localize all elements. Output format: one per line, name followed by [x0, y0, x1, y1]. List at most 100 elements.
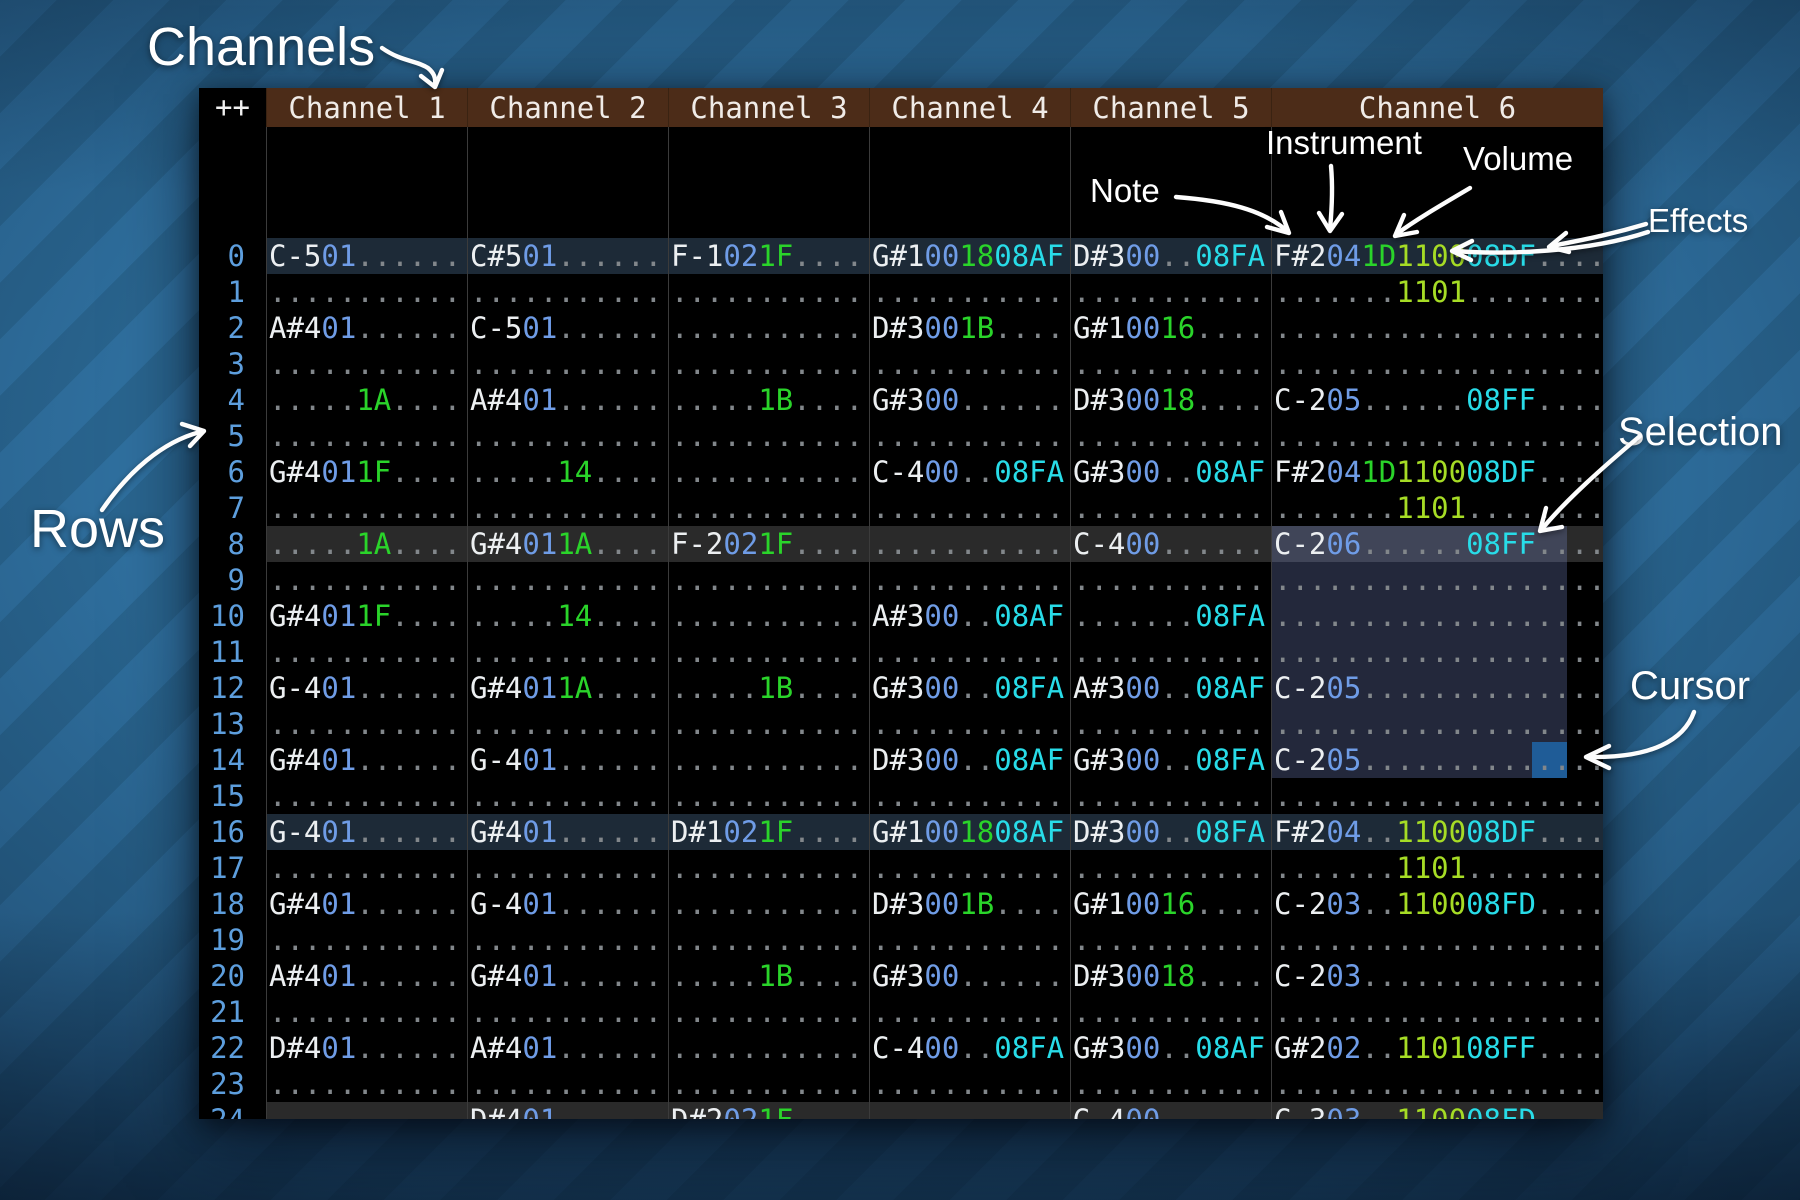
pattern-cell-ch6[interactable]: C-205..............: [1271, 670, 1603, 706]
pattern-cell-ch6[interactable]: C-203..110008FD....: [1271, 886, 1603, 922]
pattern-cell-ch1[interactable]: ...........: [266, 1102, 467, 1119]
pattern-cell-ch3[interactable]: ...........: [668, 706, 869, 742]
pattern-cell-ch6[interactable]: C-206......08FF....: [1271, 526, 1603, 562]
pattern-cell-ch1[interactable]: .....1A....: [266, 526, 467, 562]
channel-header-6[interactable]: Channel 6: [1271, 88, 1603, 127]
pattern-cell-ch6[interactable]: .......1101........: [1271, 274, 1603, 310]
pattern-cell-ch4[interactable]: G#1001808AF: [869, 814, 1070, 850]
pattern-cell-ch4[interactable]: A#300..08AF: [869, 598, 1070, 634]
pattern-cell-ch5[interactable]: ...........: [1070, 418, 1271, 454]
pattern-cell-ch6[interactable]: ...................: [1271, 706, 1603, 742]
pattern-cell-ch5[interactable]: G-400......: [1070, 1102, 1271, 1119]
pattern-cell-ch1[interactable]: ...........: [266, 418, 467, 454]
pattern-cell-ch3[interactable]: ...........: [668, 922, 869, 958]
pattern-cell-ch1[interactable]: ...........: [266, 562, 467, 598]
pattern-cell-ch4[interactable]: ...........: [869, 346, 1070, 382]
pattern-cell-ch3[interactable]: ...........: [668, 274, 869, 310]
pattern-cell-ch4[interactable]: G#1001808AF: [869, 238, 1070, 274]
pattern-cell-ch6[interactable]: F#2041D110008DF....: [1271, 238, 1603, 274]
pattern-cell-ch3[interactable]: ...........: [668, 778, 869, 814]
pattern-cell-ch4[interactable]: ...........: [869, 706, 1070, 742]
pattern-cell-ch6[interactable]: .......1101........: [1271, 490, 1603, 526]
pattern-cell-ch4[interactable]: G#300......: [869, 382, 1070, 418]
pattern-cell-ch5[interactable]: ...........: [1070, 634, 1271, 670]
pattern-cell-ch3[interactable]: D#2021F....: [668, 1102, 869, 1119]
pattern-cell-ch6[interactable]: ...................: [1271, 922, 1603, 958]
pattern-cell-ch2[interactable]: G#401......: [467, 814, 668, 850]
pattern-cell-ch1[interactable]: G#401......: [266, 742, 467, 778]
pattern-cell-ch2[interactable]: .....14....: [467, 598, 668, 634]
pattern-cell-ch4[interactable]: ...........: [869, 994, 1070, 1030]
pattern-cell-ch2[interactable]: G#401......: [467, 958, 668, 994]
pattern-cell-ch4[interactable]: D#300..08AF: [869, 742, 1070, 778]
pattern-cell-ch5[interactable]: G#300..08AF: [1070, 454, 1271, 490]
pattern-cell-ch2[interactable]: ...........: [467, 490, 668, 526]
pattern-cell-ch4[interactable]: C-400..08FA: [869, 1030, 1070, 1066]
channel-header-4[interactable]: Channel 4: [869, 88, 1070, 127]
pattern-cell-ch1[interactable]: ...........: [266, 994, 467, 1030]
pattern-cell-ch4[interactable]: C-400..08FA: [869, 454, 1070, 490]
pattern-cell-ch1[interactable]: C-501......: [266, 238, 467, 274]
pattern-cell-ch1[interactable]: G-401......: [266, 814, 467, 850]
pattern-cell-ch3[interactable]: ...........: [668, 1066, 869, 1102]
pattern-cell-ch3[interactable]: ...........: [668, 418, 869, 454]
pattern-cell-ch3[interactable]: ...........: [668, 346, 869, 382]
pattern-cell-ch4[interactable]: ...........: [869, 850, 1070, 886]
pattern-cell-ch6[interactable]: G#202..110108FF....: [1271, 1030, 1603, 1066]
pattern-cell-ch4[interactable]: ...........: [869, 922, 1070, 958]
pattern-cell-ch1[interactable]: ...........: [266, 850, 467, 886]
pattern-cell-ch6[interactable]: ...................: [1271, 562, 1603, 598]
pattern-cell-ch4[interactable]: ...........: [869, 562, 1070, 598]
pattern-cell-ch3[interactable]: F-1021F....: [668, 238, 869, 274]
pattern-cell-ch2[interactable]: ...........: [467, 1066, 668, 1102]
pattern-cell-ch3[interactable]: .....1B....: [668, 958, 869, 994]
pattern-cell-ch5[interactable]: D#30018....: [1070, 382, 1271, 418]
pattern-cell-ch2[interactable]: .....14....: [467, 454, 668, 490]
pattern-cell-ch2[interactable]: G-401......: [467, 742, 668, 778]
pattern-cell-ch3[interactable]: D#1021F....: [668, 814, 869, 850]
pattern-cell-ch3[interactable]: .....1B....: [668, 670, 869, 706]
pattern-cell-ch6[interactable]: C-203..............: [1271, 958, 1603, 994]
pattern-cell-ch2[interactable]: D#401......: [467, 1102, 668, 1119]
pattern-cell-ch2[interactable]: ...........: [467, 994, 668, 1030]
pattern-cell-ch1[interactable]: ...........: [266, 1066, 467, 1102]
pattern-cell-ch2[interactable]: G#4011A....: [467, 526, 668, 562]
pattern-cell-ch5[interactable]: G#300..08AF: [1070, 1030, 1271, 1066]
pattern-cell-ch2[interactable]: ...........: [467, 634, 668, 670]
pattern-cell-ch2[interactable]: ...........: [467, 274, 668, 310]
pattern-cell-ch3[interactable]: ...........: [668, 742, 869, 778]
pattern-cell-ch4[interactable]: ...........: [869, 1066, 1070, 1102]
pattern-cell-ch4[interactable]: ...........: [869, 490, 1070, 526]
pattern-cell-ch5[interactable]: ...........: [1070, 922, 1271, 958]
pattern-cell-ch3[interactable]: ...........: [668, 454, 869, 490]
pattern-cell-ch1[interactable]: ...........: [266, 274, 467, 310]
channel-header-3[interactable]: Channel 3: [668, 88, 869, 127]
pattern-cell-ch6[interactable]: ...................: [1271, 994, 1603, 1030]
pattern-cell-ch3[interactable]: ...........: [668, 310, 869, 346]
channel-header-5[interactable]: Channel 5: [1070, 88, 1271, 127]
pattern-cell-ch2[interactable]: ...........: [467, 922, 668, 958]
pattern-cell-ch4[interactable]: ...........: [869, 526, 1070, 562]
pattern-cell-ch2[interactable]: G#4011A....: [467, 670, 668, 706]
pattern-cell-ch4[interactable]: D#3001B....: [869, 886, 1070, 922]
pattern-cell-ch5[interactable]: G#300..08FA: [1070, 742, 1271, 778]
pattern-cell-ch3[interactable]: F-2021F....: [668, 526, 869, 562]
pattern-cell-ch4[interactable]: ...........: [869, 634, 1070, 670]
pattern-cell-ch1[interactable]: D#401......: [266, 1030, 467, 1066]
pattern-cell-ch5[interactable]: G#10016....: [1070, 310, 1271, 346]
pattern-cell-ch3[interactable]: ...........: [668, 850, 869, 886]
pattern-cell-ch3[interactable]: ...........: [668, 562, 869, 598]
pattern-cell-ch6[interactable]: ...................: [1271, 310, 1603, 346]
pattern-cell-ch4[interactable]: ...........: [869, 1102, 1070, 1119]
pattern-cell-ch5[interactable]: ...........: [1070, 994, 1271, 1030]
pattern-cell-ch3[interactable]: ...........: [668, 490, 869, 526]
pattern-cell-ch6[interactable]: ...................: [1271, 1066, 1603, 1102]
pattern-cell-ch5[interactable]: C-400......: [1070, 526, 1271, 562]
pattern-cell-ch4[interactable]: ...........: [869, 778, 1070, 814]
pattern-cell-ch3[interactable]: .....1B....: [668, 382, 869, 418]
pattern-cell-ch6[interactable]: ...................: [1271, 598, 1603, 634]
pattern-cell-ch6[interactable]: C-205..............: [1271, 742, 1603, 778]
pattern-cell-ch2[interactable]: A#401......: [467, 382, 668, 418]
pattern-cell-ch6[interactable]: ...................: [1271, 778, 1603, 814]
pattern-cell-ch5[interactable]: A#300..08AF: [1070, 670, 1271, 706]
